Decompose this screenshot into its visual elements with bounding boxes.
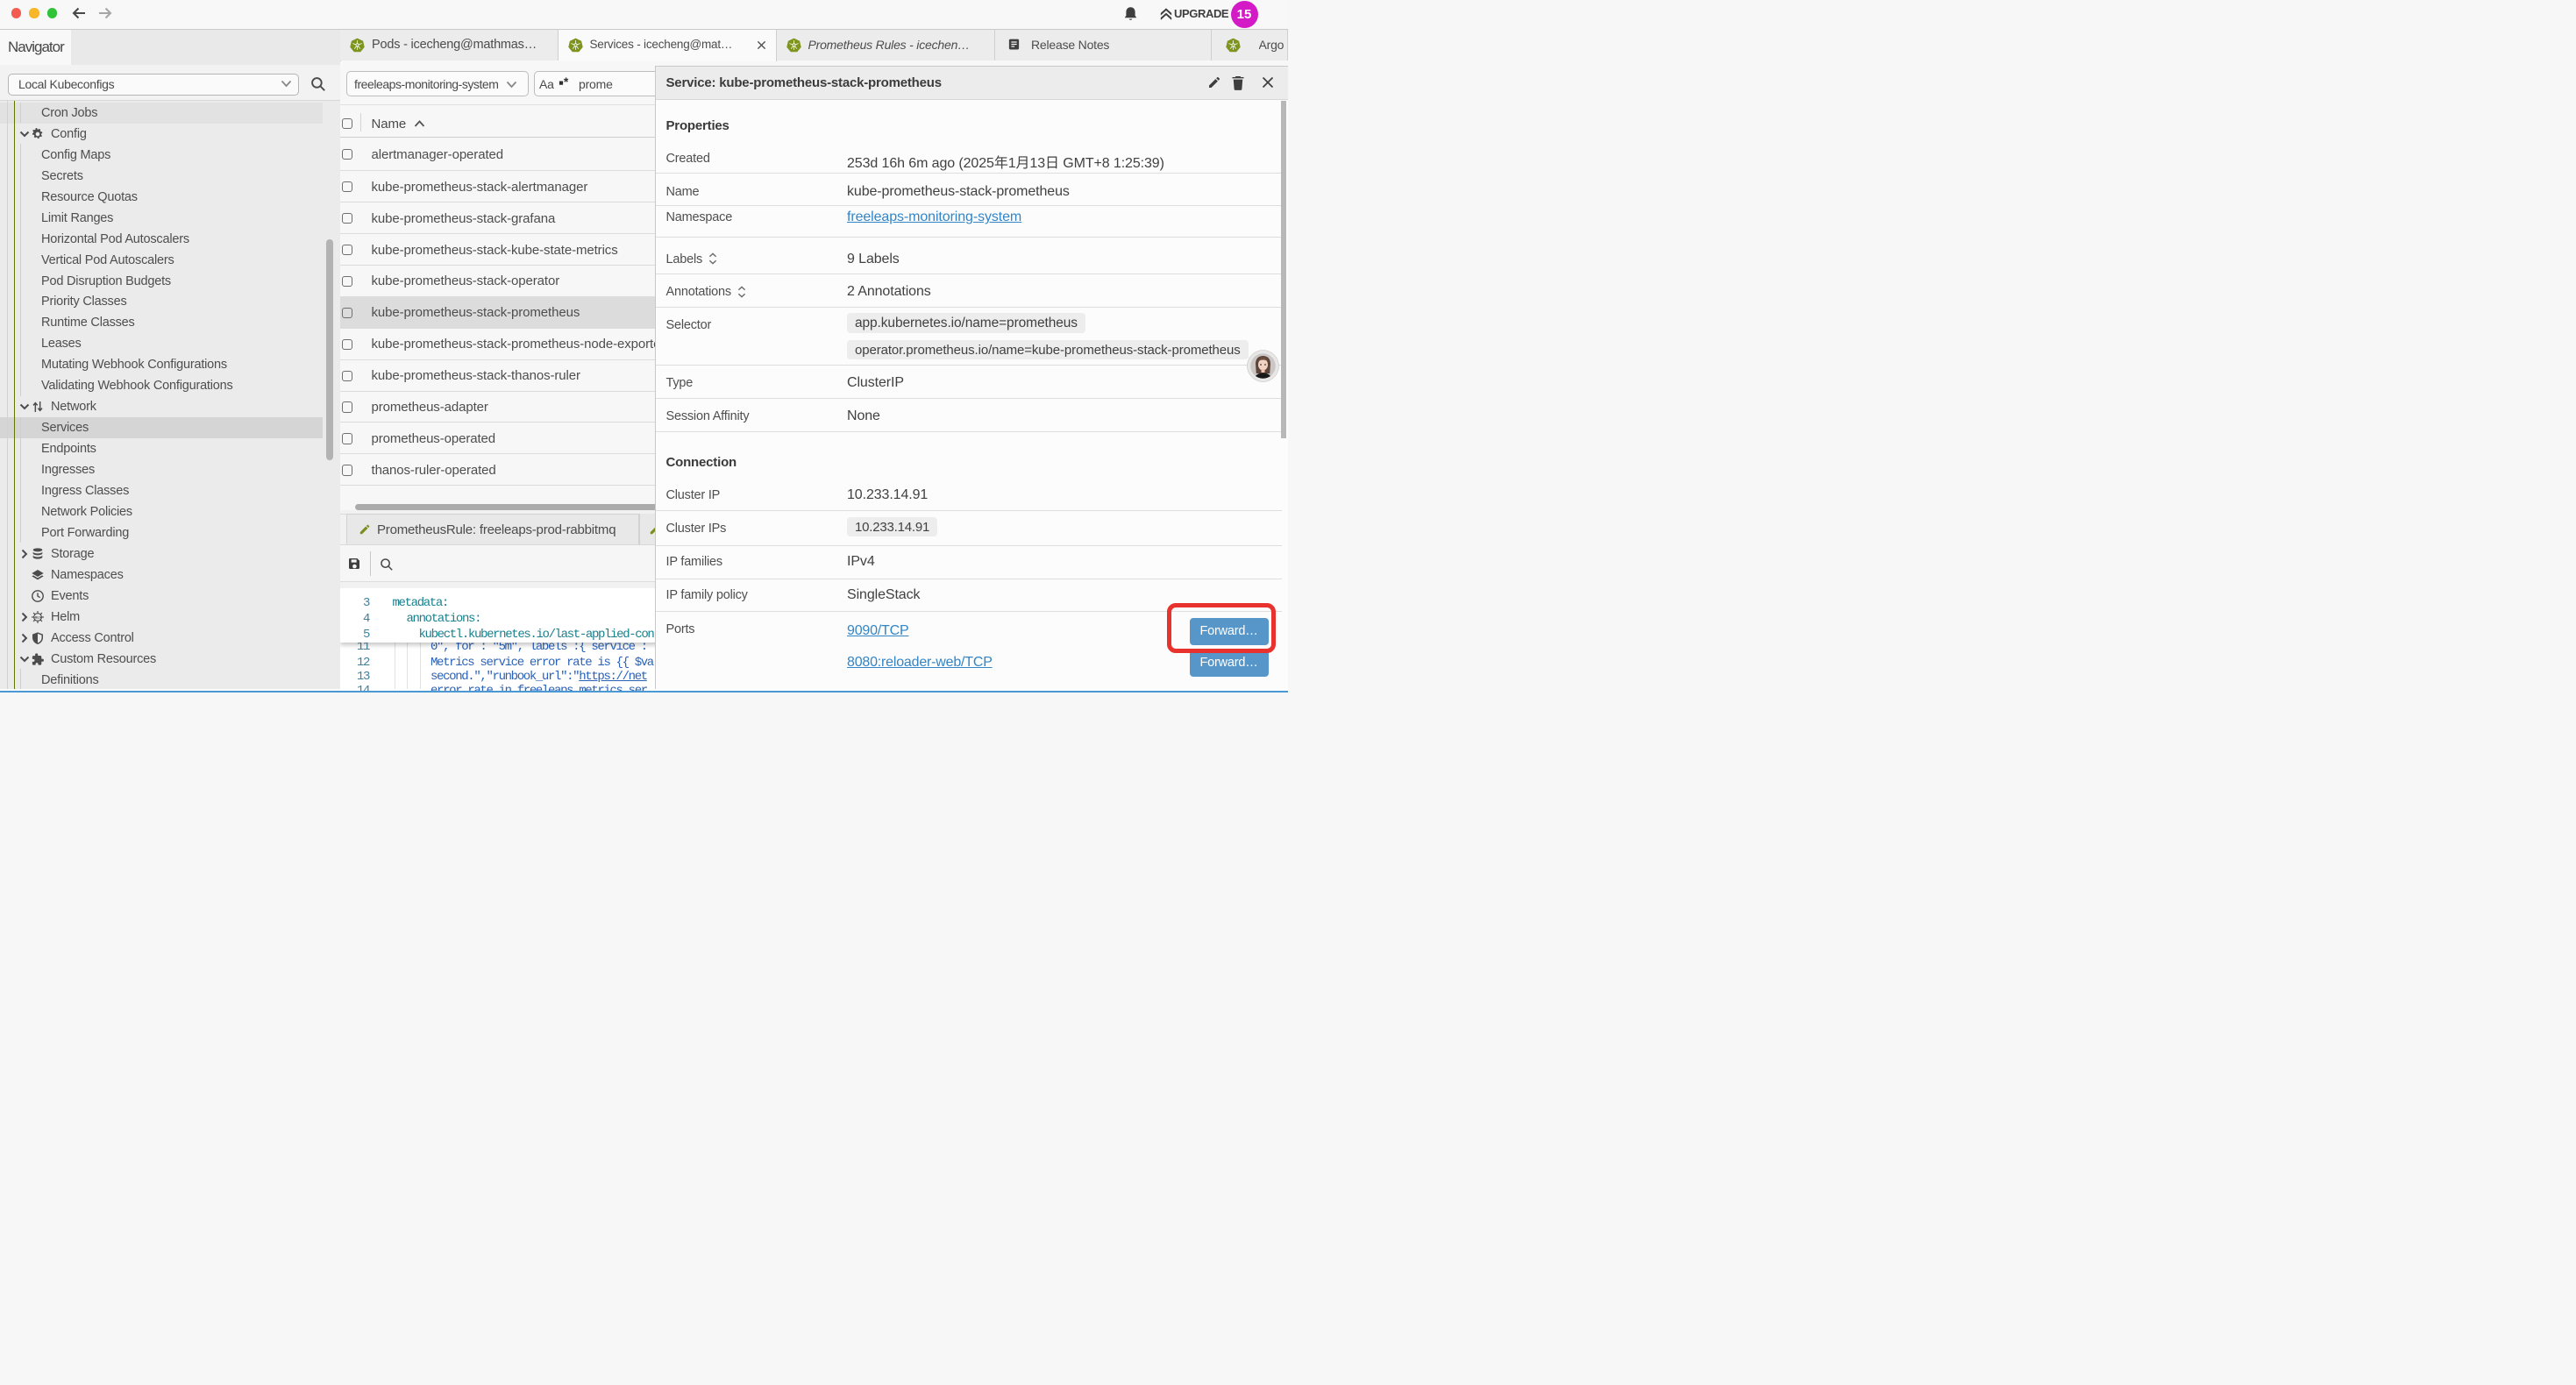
svg-text:HELM: HELM — [33, 615, 42, 619]
